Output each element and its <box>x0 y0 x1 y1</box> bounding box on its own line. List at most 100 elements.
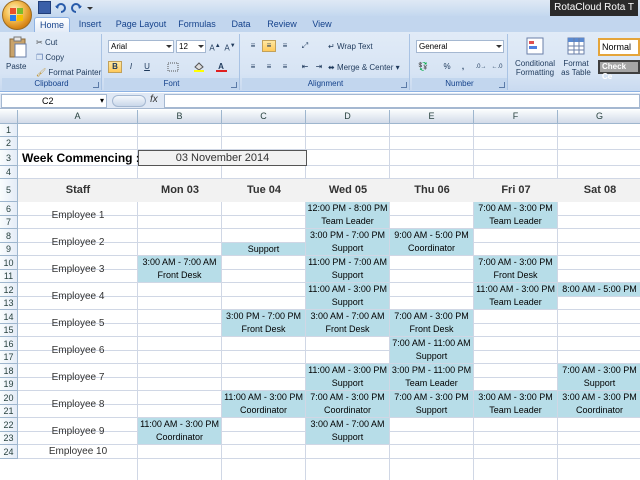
shift-cell[interactable]: 8:00 AM - 5:00 PM <box>558 283 640 297</box>
shift-cell[interactable]: 11:00 AM - 3:00 PM Support <box>306 283 390 310</box>
row-header-13[interactable]: 13 <box>0 297 18 310</box>
shift-cell[interactable]: 3:00 AM - 7:00 AM Front Desk <box>138 256 222 283</box>
align-middle-icon[interactable]: ≡ <box>262 40 276 52</box>
tab-view[interactable]: View <box>306 17 338 32</box>
row-header-21[interactable]: 21 <box>0 405 18 418</box>
row-header-20[interactable]: 20 <box>0 391 18 405</box>
shift-cell[interactable]: 9:00 AM - 5:00 PM Coordinator <box>390 229 474 256</box>
tab-data[interactable]: Data <box>224 17 258 32</box>
shift-cell[interactable]: 7:00 AM - 11:00 AM Support <box>390 337 474 364</box>
align-right-icon[interactable]: ≡ <box>278 61 292 73</box>
shift-cell[interactable]: 3:00 AM - 7:00 AM Front Desk <box>306 310 390 337</box>
font-name-select[interactable]: Arial <box>108 40 174 53</box>
shift-cell[interactable]: 11:00 AM - 3:00 PM Support <box>306 364 390 391</box>
row-header-1[interactable]: 1 <box>0 124 18 137</box>
alignment-launcher-icon[interactable] <box>401 82 407 88</box>
column-header-e[interactable]: E <box>390 110 474 124</box>
align-left-icon[interactable]: ≡ <box>246 61 260 73</box>
save-icon[interactable] <box>38 1 51 14</box>
shift-cell[interactable]: 3:00 AM - 7:00 AM Support <box>306 418 390 445</box>
column-header-f[interactable]: F <box>474 110 558 124</box>
align-center-icon[interactable]: ≡ <box>262 61 276 73</box>
tab-formulas[interactable]: Formulas <box>174 17 220 32</box>
row-header-2[interactable]: 2 <box>0 137 18 150</box>
shrink-font-button[interactable]: A▼ <box>223 40 237 53</box>
tab-page-layout[interactable]: Page Layout <box>112 17 170 32</box>
row-header-17[interactable]: 17 <box>0 351 18 364</box>
align-top-icon[interactable]: ≡ <box>246 40 260 52</box>
row-header-4[interactable]: 4 <box>0 166 18 179</box>
row-header-12[interactable]: 12 <box>0 283 18 297</box>
style-check-cell[interactable]: Check Ce <box>598 60 640 81</box>
number-launcher-icon[interactable] <box>499 82 505 88</box>
column-header-b[interactable]: B <box>138 110 222 124</box>
shift-cell[interactable]: 3:00 PM - 11:00 PM Team Leader <box>390 364 474 391</box>
shift-cell[interactable]: 7:00 AM - 3:00 PM Front Desk <box>390 310 474 337</box>
column-header-g[interactable]: G <box>558 110 640 124</box>
decrease-decimal-icon[interactable]: ←.0 <box>490 61 504 73</box>
italic-button[interactable]: I <box>124 61 138 73</box>
decrease-indent-icon[interactable]: ⇤ <box>298 61 312 73</box>
bold-button[interactable]: B <box>108 61 122 73</box>
fx-icon[interactable]: fx <box>150 94 158 105</box>
underline-button[interactable]: U <box>140 61 154 73</box>
fill-color-icon[interactable] <box>192 61 206 73</box>
format-painter-button[interactable]: 🖌 Format Painter <box>36 68 101 78</box>
row-header-8[interactable]: 8 <box>0 229 18 243</box>
font-launcher-icon[interactable] <box>231 82 237 88</box>
week-date-cell[interactable]: 03 November 2014 <box>138 150 307 166</box>
row-header-5[interactable]: 5 <box>0 179 18 202</box>
qat-dropdown-icon[interactable] <box>86 1 94 14</box>
font-size-select[interactable]: 12 <box>176 40 206 53</box>
shift-cell[interactable]: 7:00 AM - 3:00 PM Team Leader <box>474 202 558 229</box>
redo-icon[interactable] <box>70 1 83 14</box>
select-all-corner[interactable] <box>0 110 18 124</box>
shift-cell[interactable]: 11:00 AM - 3:00 PM Coordinator <box>138 418 222 445</box>
formula-input[interactable] <box>164 94 640 108</box>
column-header-d[interactable]: D <box>306 110 390 124</box>
copy-button[interactable]: ❐ Copy <box>36 53 64 63</box>
row-header-23[interactable]: 23 <box>0 432 18 445</box>
currency-icon[interactable]: 💱 <box>416 61 430 73</box>
shift-cell[interactable]: 3:00 PM - 7:00 PM Support <box>306 229 390 256</box>
increase-decimal-icon[interactable]: .0→ <box>474 61 488 73</box>
shift-cell[interactable]: 11:00 PM - 7:00 AM Support <box>306 256 390 283</box>
name-box[interactable]: C2 ▾ <box>1 94 107 108</box>
office-button[interactable] <box>2 0 32 30</box>
formula-toggle-icon[interactable] <box>112 95 146 107</box>
row-header-16[interactable]: 16 <box>0 337 18 351</box>
format-as-table-button[interactable]: Format as Table <box>558 36 594 80</box>
row-header-6[interactable]: 6 <box>0 202 18 216</box>
row-header-3[interactable]: 3 <box>0 150 18 166</box>
shift-cell[interactable]: 7:00 AM - 3:00 PM Coordinator <box>306 391 390 418</box>
row-header-9[interactable]: 9 <box>0 243 18 256</box>
number-format-select[interactable]: General <box>416 40 504 53</box>
shift-cell[interactable]: 3:00 AM - 3:00 PM Coordinator <box>558 391 640 418</box>
shift-cell[interactable]: 7:00 AM - 3:00 PM Support <box>558 364 640 391</box>
wrap-text-button[interactable]: ↵ Wrap Text <box>328 42 373 52</box>
shift-cell[interactable]: 7:00 AM - 3:00 PM Support <box>390 391 474 418</box>
shift-cell[interactable]: 11:00 AM - 3:00 PM Coordinator <box>222 391 306 418</box>
row-header-18[interactable]: 18 <box>0 364 18 378</box>
increase-indent-icon[interactable]: ⇥ <box>312 61 326 73</box>
undo-icon[interactable] <box>54 1 67 14</box>
style-normal[interactable]: Normal <box>598 38 640 56</box>
shift-cell[interactable]: 12:00 PM - 8:00 PM Team Leader <box>306 202 390 229</box>
shift-cell[interactable]: 3:00 PM - 7:00 PM Front Desk <box>222 310 306 337</box>
tab-insert[interactable]: Insert <box>72 17 108 32</box>
borders-icon[interactable] <box>166 61 180 73</box>
font-color-icon[interactable]: A <box>214 61 228 73</box>
paste-button[interactable]: Paste <box>6 36 30 74</box>
align-bottom-icon[interactable]: ≡ <box>278 40 292 52</box>
row-header-14[interactable]: 14 <box>0 310 18 324</box>
shift-cell[interactable]: 7:00 AM - 3:00 PM Front Desk <box>474 256 558 283</box>
row-header-10[interactable]: 10 <box>0 256 18 270</box>
orientation-icon[interactable]: ⤢ <box>298 40 312 52</box>
cut-button[interactable]: ✂ Cut <box>36 38 57 48</box>
column-header-c[interactable]: C <box>222 110 306 124</box>
comma-button[interactable]: , <box>456 61 470 73</box>
tab-home[interactable]: Home <box>34 17 70 32</box>
grow-font-button[interactable]: A▲ <box>208 40 222 53</box>
shift-cell[interactable]: Support <box>222 243 306 256</box>
clipboard-launcher-icon[interactable] <box>93 82 99 88</box>
